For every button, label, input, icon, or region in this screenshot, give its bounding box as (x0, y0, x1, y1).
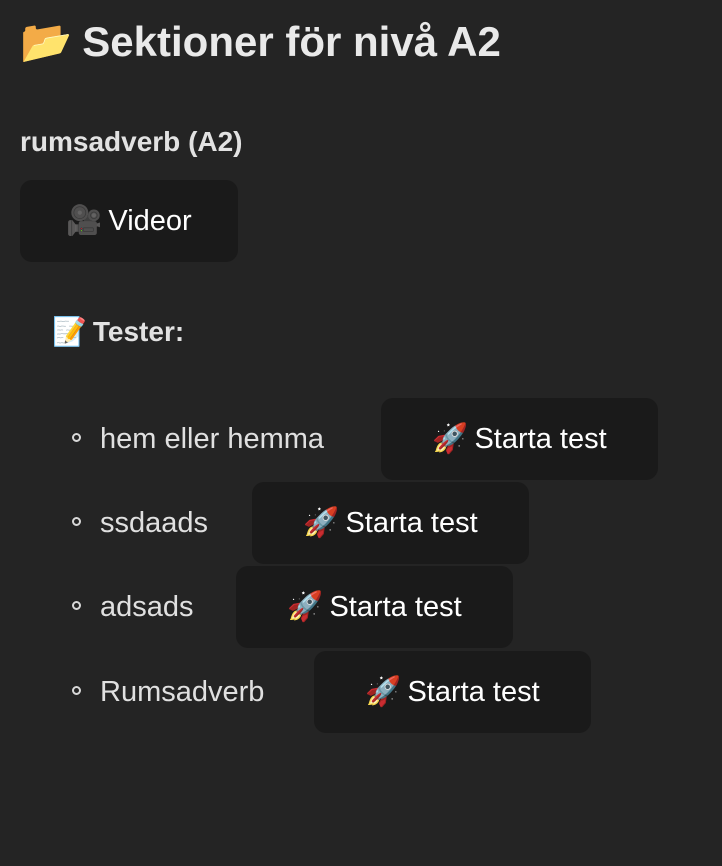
start-test-button-label: Starta test (407, 676, 540, 708)
test-list-item: hem eller hemma 🚀 Starta test (0, 398, 722, 480)
start-test-button[interactable]: 🚀 Starta test (314, 651, 591, 733)
start-test-button[interactable]: 🚀 Starta test (252, 482, 529, 564)
test-list-item: adsads 🚀 Starta test (0, 566, 722, 648)
list-bullet (72, 433, 81, 442)
list-bullet (72, 601, 81, 610)
test-name: hem eller hemma (100, 423, 325, 455)
start-test-button[interactable]: 🚀 Starta test (381, 398, 658, 480)
start-test-button-label: Starta test (474, 423, 607, 455)
list-bullet (72, 686, 81, 695)
videos-button-label: Videor (108, 205, 192, 237)
videos-button[interactable]: 🎥 Videor (20, 180, 238, 262)
test-name: adsads (100, 591, 194, 623)
section-title: rumsadverb (A2) (20, 126, 243, 157)
video-camera-icon: 🎥 (66, 205, 103, 237)
list-bullet (72, 517, 81, 526)
page-title: 📂 Sektioner för nivå A2 (20, 14, 501, 70)
test-name: Rumsadverb (100, 676, 265, 708)
start-test-button[interactable]: 🚀 Starta test (236, 566, 513, 648)
page: 📂 Sektioner för nivå A2 rumsadverb (A2) 🎥… (0, 0, 722, 866)
rocket-icon: 🚀 (287, 591, 324, 623)
test-name: ssdaads (100, 507, 209, 539)
test-list-item: ssdaads 🚀 Starta test (0, 482, 722, 564)
start-test-button-label: Starta test (329, 591, 462, 623)
memo-icon: 📝 (52, 316, 87, 347)
folder-icon: 📂 (20, 18, 73, 65)
tests-heading-text: Tester: (92, 316, 185, 347)
rocket-icon: 🚀 (303, 507, 340, 539)
rocket-icon: 🚀 (365, 676, 402, 708)
tests-heading: 📝 Tester: (52, 312, 184, 352)
rocket-icon: 🚀 (432, 423, 469, 455)
test-list-item: Rumsadverb 🚀 Starta test (0, 651, 722, 733)
start-test-button-label: Starta test (345, 507, 478, 539)
page-title-text: Sektioner för nivå A2 (82, 18, 501, 65)
